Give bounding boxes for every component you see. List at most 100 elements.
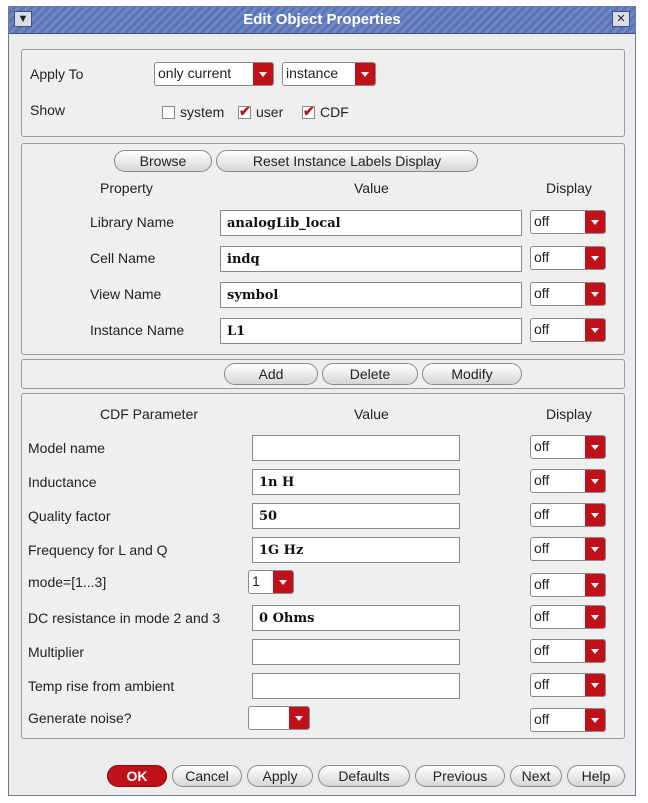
chevron-down-icon: [289, 707, 309, 729]
chevron-down-icon: [253, 63, 273, 85]
library-name-field[interactable]: analogLib_local: [220, 210, 522, 236]
cell-name-field[interactable]: indq: [220, 246, 522, 272]
mode-display-value: off: [534, 576, 550, 592]
inductance-display-dropdown[interactable]: off: [530, 469, 606, 493]
chevron-down-icon: [585, 470, 605, 492]
multiplier-field[interactable]: [252, 639, 460, 665]
mode-value: 1: [252, 573, 260, 589]
show-cdf-label: CDF: [320, 104, 349, 120]
chevron-down-icon: [585, 283, 605, 305]
apply-to-panel: Apply To only current instance Show syst…: [21, 49, 625, 137]
instance-display-dropdown[interactable]: off: [530, 318, 606, 342]
quality-display-value: off: [534, 506, 550, 522]
cell-name-label: Cell Name: [90, 250, 156, 266]
show-cdf-checkbox[interactable]: [302, 103, 315, 120]
show-label: Show: [30, 102, 66, 118]
next-button[interactable]: Next: [510, 765, 562, 787]
close-icon[interactable]: ✕: [612, 11, 630, 27]
temp-rise-label: Temp rise from ambient: [28, 678, 175, 694]
cell-display-dropdown[interactable]: off: [530, 246, 606, 270]
show-user-checkbox[interactable]: [238, 103, 251, 120]
dc-resistance-field[interactable]: 0 Ohms: [252, 605, 460, 631]
model-name-field[interactable]: [252, 435, 460, 461]
quality-factor-label: Quality factor: [28, 508, 111, 524]
chevron-down-icon: [273, 571, 293, 593]
dc-resistance-label: DC resistance in mode 2 and 3: [28, 610, 221, 626]
apply-button[interactable]: Apply: [247, 765, 313, 787]
chevron-down-icon: [585, 247, 605, 269]
chevron-down-icon: [585, 504, 605, 526]
library-display-value: off: [534, 213, 550, 229]
apply-scope-value: only current: [158, 65, 232, 81]
frequency-field[interactable]: 1G Hz: [252, 537, 460, 563]
generate-noise-dropdown[interactable]: [248, 706, 310, 730]
quality-factor-field[interactable]: 50: [252, 503, 460, 529]
temp-rise-display-value: off: [534, 676, 550, 692]
view-name-field[interactable]: symbol: [220, 282, 522, 308]
show-system-checkbox[interactable]: [162, 106, 175, 119]
show-system-label: system: [180, 104, 225, 120]
frequency-display-dropdown[interactable]: off: [530, 537, 606, 561]
model-display-dropdown[interactable]: off: [530, 435, 606, 459]
chevron-down-icon: [585, 538, 605, 560]
apply-type-value: instance: [286, 65, 339, 81]
instance-name-field[interactable]: L1: [220, 318, 522, 344]
cdf-value-header: Value: [354, 406, 389, 422]
frequency-label: Frequency for L and Q: [28, 542, 168, 558]
multiplier-display-dropdown[interactable]: off: [530, 639, 606, 663]
apply-to-label: Apply To: [30, 66, 84, 82]
model-name-label: Model name: [28, 440, 106, 456]
chevron-down-icon: [585, 436, 605, 458]
reset-labels-button[interactable]: Reset Instance Labels Display: [216, 150, 478, 172]
multiplier-display-value: off: [534, 642, 550, 658]
property-header: Property: [100, 180, 153, 196]
chevron-down-icon: [355, 63, 375, 85]
view-display-dropdown[interactable]: off: [530, 282, 606, 306]
chevron-down-icon: [585, 606, 605, 628]
quality-display-dropdown[interactable]: off: [530, 503, 606, 527]
multiplier-label: Multiplier: [28, 644, 85, 660]
add-button[interactable]: Add: [224, 363, 318, 385]
chevron-down-icon: [585, 574, 605, 596]
cdf-panel: CDF Parameter Value Display Model name o…: [21, 393, 625, 739]
library-display-dropdown[interactable]: off: [530, 210, 606, 234]
instance-name-label: Instance Name: [90, 322, 185, 338]
chevron-down-icon: [585, 211, 605, 233]
cell-display-value: off: [534, 249, 550, 265]
action-panel: Add Delete Modify: [21, 359, 625, 389]
temp-rise-display-dropdown[interactable]: off: [530, 673, 606, 697]
view-name-label: View Name: [90, 286, 162, 302]
mode-display-dropdown[interactable]: off: [530, 573, 606, 597]
apply-scope-dropdown[interactable]: only current: [154, 62, 274, 86]
cancel-button[interactable]: Cancel: [172, 765, 242, 787]
delete-button[interactable]: Delete: [322, 363, 418, 385]
cdf-param-header: CDF Parameter: [100, 406, 199, 422]
temp-rise-field[interactable]: [252, 673, 460, 699]
show-user-label: user: [256, 104, 284, 120]
view-display-value: off: [534, 285, 550, 301]
browse-button[interactable]: Browse: [114, 150, 212, 172]
apply-type-dropdown[interactable]: instance: [282, 62, 376, 86]
title-bar[interactable]: ▼ Edit Object Properties ✕: [9, 7, 635, 34]
noise-display-value: off: [534, 711, 550, 727]
dc-resistance-display-dropdown[interactable]: off: [530, 605, 606, 629]
chevron-down-icon: [585, 674, 605, 696]
edit-object-properties-window: ▼ Edit Object Properties ✕ Apply To only…: [8, 6, 636, 796]
previous-button[interactable]: Previous: [415, 765, 505, 787]
ok-button[interactable]: OK: [107, 765, 167, 787]
property-panel: Browse Reset Instance Labels Display Pro…: [21, 143, 625, 355]
inductance-field[interactable]: 1n H: [252, 469, 460, 495]
chevron-down-icon: [585, 640, 605, 662]
modify-button[interactable]: Modify: [422, 363, 522, 385]
chevron-down-icon: [585, 709, 605, 731]
generate-noise-label: Generate noise?: [28, 710, 132, 726]
noise-display-dropdown[interactable]: off: [530, 708, 606, 732]
value-header: Value: [354, 180, 389, 196]
instance-display-value: off: [534, 321, 550, 337]
window-title: Edit Object Properties: [243, 11, 401, 28]
defaults-button[interactable]: Defaults: [318, 765, 410, 787]
help-button[interactable]: Help: [567, 765, 625, 787]
mode-dropdown[interactable]: 1: [248, 570, 294, 594]
model-display-value: off: [534, 438, 550, 454]
inductance-label: Inductance: [28, 474, 97, 490]
